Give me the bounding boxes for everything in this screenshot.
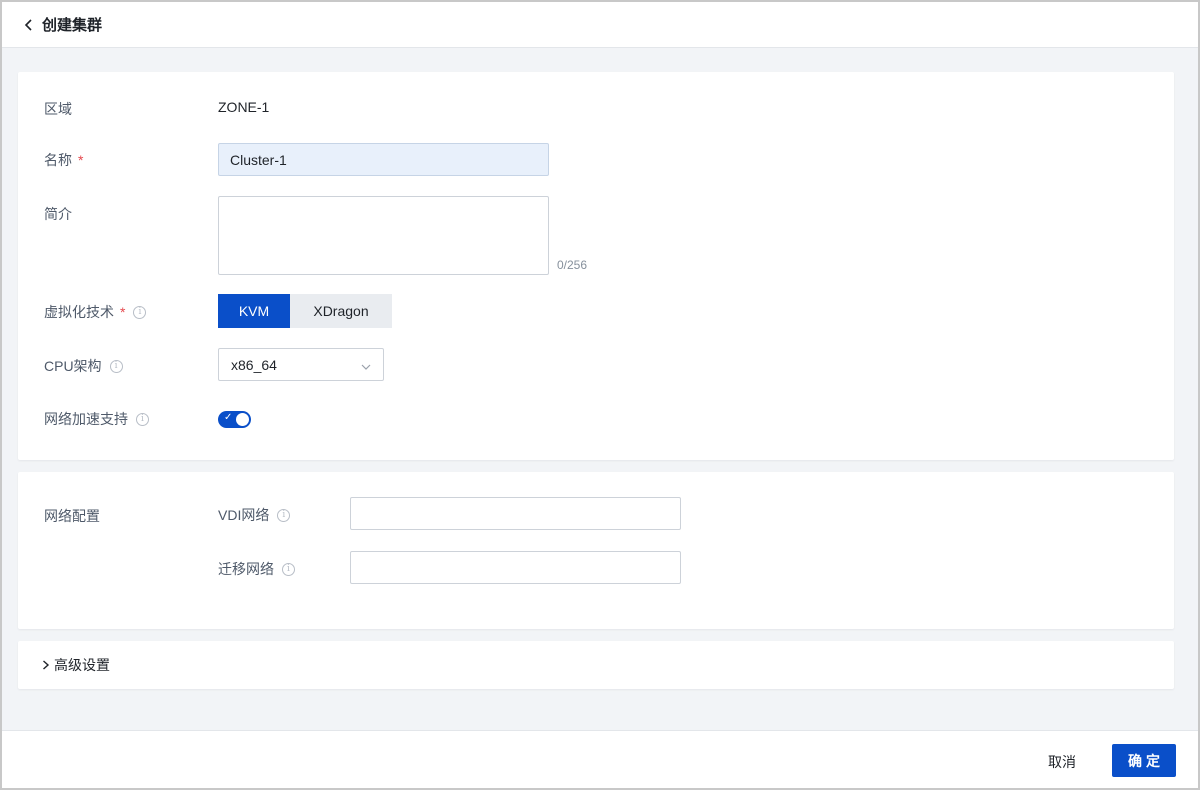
virtualization-option-kvm[interactable]: KVM: [218, 294, 290, 328]
cpu-arch-label-text: CPU架构: [44, 358, 102, 374]
page-title: 创建集群: [42, 17, 103, 34]
migration-network-input[interactable]: [350, 551, 681, 584]
zone-label: 区域: [44, 99, 72, 119]
cancel-button[interactable]: 取消: [1036, 746, 1088, 778]
toggle-knob: [236, 413, 249, 426]
cpu-arch-label: CPU架构 i: [44, 356, 123, 376]
name-label-text: 名称: [44, 152, 72, 168]
check-icon: ✓: [224, 412, 233, 423]
info-icon[interactable]: i: [282, 562, 295, 576]
footer-bar: 取消 确定: [2, 730, 1198, 788]
vdi-network-label: VDI网络 i: [218, 505, 291, 525]
network-config-card: 网络配置 VDI网络 i 迁移网络 i: [18, 472, 1174, 629]
vdi-network-input[interactable]: [350, 497, 681, 530]
network-section-label-text: 网络配置: [44, 508, 100, 524]
cpu-arch-value: x86_64: [231, 356, 277, 373]
virtualization-segmented-control: KVM XDragon: [218, 294, 392, 328]
description-counter: 0/256: [557, 258, 588, 272]
confirm-button[interactable]: 确定: [1112, 744, 1176, 777]
network-accel-toggle[interactable]: ✓: [218, 411, 251, 428]
page-header: 创建集群: [2, 2, 1198, 48]
chevron-right-icon: [42, 657, 50, 673]
required-mark: *: [78, 152, 84, 168]
description-label-text: 简介: [44, 206, 72, 222]
chevron-left-icon[interactable]: [22, 18, 36, 32]
zone-label-text: 区域: [44, 101, 72, 117]
network-section-label: 网络配置: [44, 506, 100, 526]
cpu-arch-select[interactable]: x86_64: [218, 348, 384, 381]
name-label: 名称 *: [44, 150, 83, 170]
migration-network-label: 迁移网络 i: [218, 559, 295, 579]
network-accel-label: 网络加速支持 i: [44, 409, 149, 429]
info-icon[interactable]: i: [133, 305, 147, 319]
info-icon[interactable]: i: [109, 359, 123, 373]
network-accel-label-text: 网络加速支持: [44, 411, 128, 427]
basic-info-card: 区域 ZONE-1 名称 * 简介 0/256 虚拟化技术 * i KVM XDra…: [18, 72, 1174, 460]
name-input[interactable]: [218, 143, 549, 176]
vdi-network-label-text: VDI网络: [218, 507, 270, 523]
advanced-settings-toggle[interactable]: 高级设置: [42, 655, 110, 675]
virtualization-label: 虚拟化技术 * i: [44, 302, 147, 322]
zone-value: ZONE-1: [218, 99, 270, 115]
virtualization-option-xdragon[interactable]: XDragon: [290, 294, 392, 328]
advanced-settings-label: 高级设置: [54, 657, 110, 673]
chevron-down-icon: [361, 357, 371, 373]
advanced-settings-card: 高级设置: [18, 641, 1174, 689]
required-mark: *: [120, 304, 126, 320]
info-icon[interactable]: i: [136, 412, 149, 426]
migration-network-label-text: 迁移网络: [218, 561, 274, 577]
description-label: 简介: [44, 204, 72, 224]
virtualization-label-text: 虚拟化技术: [44, 304, 114, 320]
info-icon[interactable]: i: [277, 508, 291, 522]
description-textarea[interactable]: [218, 196, 549, 275]
